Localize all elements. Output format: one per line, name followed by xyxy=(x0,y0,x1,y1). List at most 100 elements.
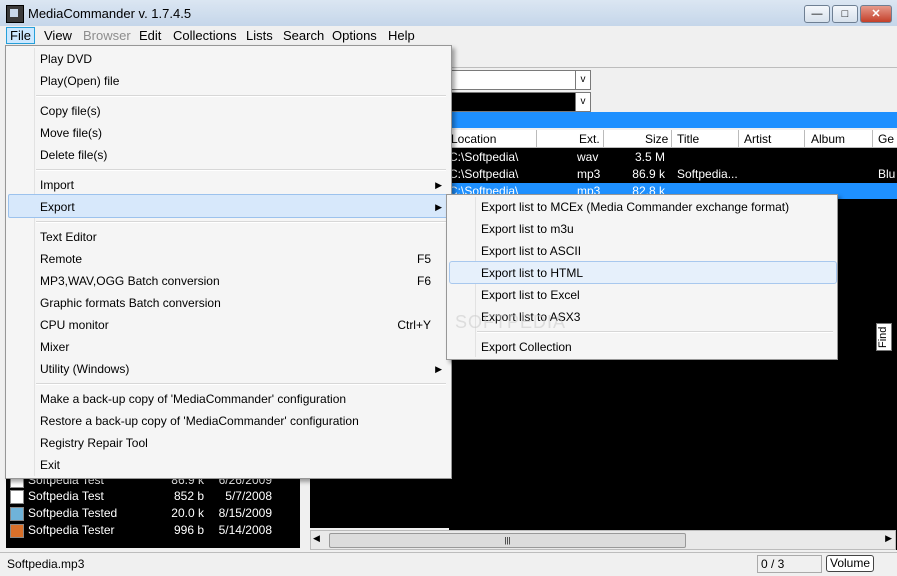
menu-registry-repair[interactable]: Registry Repair Tool xyxy=(40,436,148,450)
watermark: SOFTPEDIA xyxy=(455,312,567,332)
shortcut-remote: F5 xyxy=(416,252,431,266)
cell-ext: wav xyxy=(577,150,599,164)
find-tab[interactable]: Find xyxy=(876,323,892,351)
left-file-panel[interactable]: Softpedia Test 86.9 k 6/26/2009 Softpedi… xyxy=(6,470,300,548)
menu-exit[interactable]: Exit xyxy=(40,458,60,472)
column-location[interactable]: Location xyxy=(451,132,496,146)
menu-cpu-monitor[interactable]: CPU monitor xyxy=(40,318,109,332)
menu-restore-config[interactable]: Restore a back-up copy of 'MediaCommande… xyxy=(40,414,359,428)
scroll-right-icon[interactable]: ▶ xyxy=(885,533,892,544)
menu-export-mcex[interactable]: Export list to MCEx (Media Commander exc… xyxy=(481,200,789,214)
menu-edit[interactable]: Edit xyxy=(139,28,161,43)
menu-options[interactable]: Options xyxy=(332,28,377,43)
menu-export[interactable]: Export xyxy=(40,200,75,214)
cell-location: C:\Softpedia\ xyxy=(449,167,519,181)
column-size[interactable]: Size xyxy=(645,132,668,146)
export-submenu: Export list to MCEx (Media Commander exc… xyxy=(446,194,838,360)
scrollbar-thumb[interactable]: ||| xyxy=(329,533,686,548)
shortcut-cpu-monitor: Ctrl+Y xyxy=(397,318,431,332)
app-icon[interactable] xyxy=(6,5,24,23)
menu-export-excel[interactable]: Export list to Excel xyxy=(481,288,580,302)
close-button[interactable]: ✕ xyxy=(860,5,892,23)
menu-separator xyxy=(36,221,446,223)
menu-collections[interactable]: Collections xyxy=(173,28,237,43)
column-divider xyxy=(671,130,672,147)
file-icon xyxy=(10,490,24,504)
grip-icon: ||| xyxy=(504,536,511,545)
menu-delete-files[interactable]: Delete file(s) xyxy=(40,148,107,162)
shortcut-audio-batch: F6 xyxy=(416,274,431,288)
minimize-button[interactable]: — xyxy=(804,5,830,23)
submenu-arrow-icon: ▶ xyxy=(435,364,442,374)
menu-move-files[interactable]: Move file(s) xyxy=(40,126,102,140)
menu-text-editor[interactable]: Text Editor xyxy=(40,230,97,244)
menu-browser[interactable]: Browser xyxy=(83,28,131,43)
cell-genre: Blu xyxy=(878,167,896,181)
column-album[interactable]: Album xyxy=(811,132,845,146)
column-artist[interactable]: Artist xyxy=(744,132,771,146)
list-item[interactable]: Softpedia Test 852 b 5/7/2008 xyxy=(10,488,298,504)
menu-search[interactable]: Search xyxy=(283,28,324,43)
file-menu: Play DVD Play(Open) file Copy file(s) Mo… xyxy=(5,45,452,479)
column-genre[interactable]: Ge xyxy=(878,132,894,146)
menu-view[interactable]: View xyxy=(44,28,72,43)
cell-ext: mp3 xyxy=(577,167,601,181)
menu-backup-config[interactable]: Make a back-up copy of 'MediaCommander' … xyxy=(40,392,346,406)
menu-utility-windows[interactable]: Utility (Windows) xyxy=(40,362,129,376)
cell-size: 3.5 M xyxy=(634,150,665,164)
menu-play-dvd[interactable]: Play DVD xyxy=(40,52,92,66)
file-size: 996 b xyxy=(173,523,204,537)
table-row[interactable]: C:\Softpedia\ wav 3.5 M xyxy=(449,149,897,165)
column-divider xyxy=(603,130,604,147)
menu-mixer[interactable]: Mixer xyxy=(40,340,69,354)
menu-separator xyxy=(36,95,446,97)
image-file-icon xyxy=(10,507,24,521)
chevron-down-icon[interactable]: v xyxy=(575,93,590,111)
menu-export-html[interactable]: Export list to HTML xyxy=(481,266,583,280)
horizontal-scrollbar[interactable]: ◀ ||| ▶ xyxy=(310,530,896,550)
menu-audio-batch-conversion[interactable]: MP3,WAV,OGG Batch conversion xyxy=(40,274,220,288)
cell-title: Softpedia... xyxy=(677,167,738,181)
menu-import[interactable]: Import xyxy=(40,178,74,192)
menu-graphic-batch-conversion[interactable]: Graphic formats Batch conversion xyxy=(40,296,221,310)
menu-gutter xyxy=(34,48,35,476)
list-item[interactable]: Softpedia Tester 996 b 5/14/2008 xyxy=(10,522,298,538)
media-file-icon xyxy=(10,524,24,538)
scroll-left-icon[interactable]: ◀ xyxy=(313,533,320,544)
file-name: Softpedia Tester xyxy=(28,523,115,537)
file-size: 20.0 k xyxy=(171,506,204,520)
cell-size: 86.9 k xyxy=(632,167,665,181)
menu-export-collection[interactable]: Export Collection xyxy=(481,340,572,354)
column-divider xyxy=(738,130,739,147)
file-date: 5/14/2008 xyxy=(218,523,272,537)
status-count: 0 / 3 xyxy=(757,555,822,573)
menu-file[interactable]: File xyxy=(6,27,35,44)
column-title[interactable]: Title xyxy=(677,132,699,146)
menu-help[interactable]: Help xyxy=(388,28,415,43)
menu-export-m3u[interactable]: Export list to m3u xyxy=(481,222,574,236)
status-file: Softpedia.mp3 xyxy=(7,557,85,571)
column-ext[interactable]: Ext. xyxy=(579,132,600,146)
filter-combo[interactable]: v xyxy=(449,92,591,112)
menu-copy-files[interactable]: Copy file(s) xyxy=(40,104,101,118)
selection-bar xyxy=(449,112,897,128)
title-bar: MediaCommander v. 1.7.4.5 — □ ✕ xyxy=(0,0,897,27)
menu-export-ascii[interactable]: Export list to ASCII xyxy=(481,244,581,258)
submenu-arrow-icon: ▶ xyxy=(435,202,442,212)
maximize-button[interactable]: □ xyxy=(832,5,858,23)
menu-play-open-file[interactable]: Play(Open) file xyxy=(40,74,119,88)
column-divider xyxy=(804,130,805,147)
column-divider xyxy=(536,130,537,147)
file-name: Softpedia Tested xyxy=(28,506,118,520)
menu-lists[interactable]: Lists xyxy=(246,28,273,43)
menu-remote[interactable]: Remote xyxy=(40,252,82,266)
list-item[interactable]: Softpedia Tested 20.0 k 8/15/2009 xyxy=(10,505,298,521)
window-title: MediaCommander v. 1.7.4.5 xyxy=(28,6,192,21)
file-name: Softpedia Test xyxy=(28,489,104,503)
path-combo[interactable]: v xyxy=(449,70,591,90)
toolbar-divider xyxy=(449,67,897,68)
chevron-down-icon[interactable]: v xyxy=(575,71,590,89)
volume-button[interactable]: Volume xyxy=(826,555,874,572)
menu-separator xyxy=(36,383,446,385)
table-row[interactable]: C:\Softpedia\ mp3 86.9 k Softpedia... Bl… xyxy=(449,166,897,182)
